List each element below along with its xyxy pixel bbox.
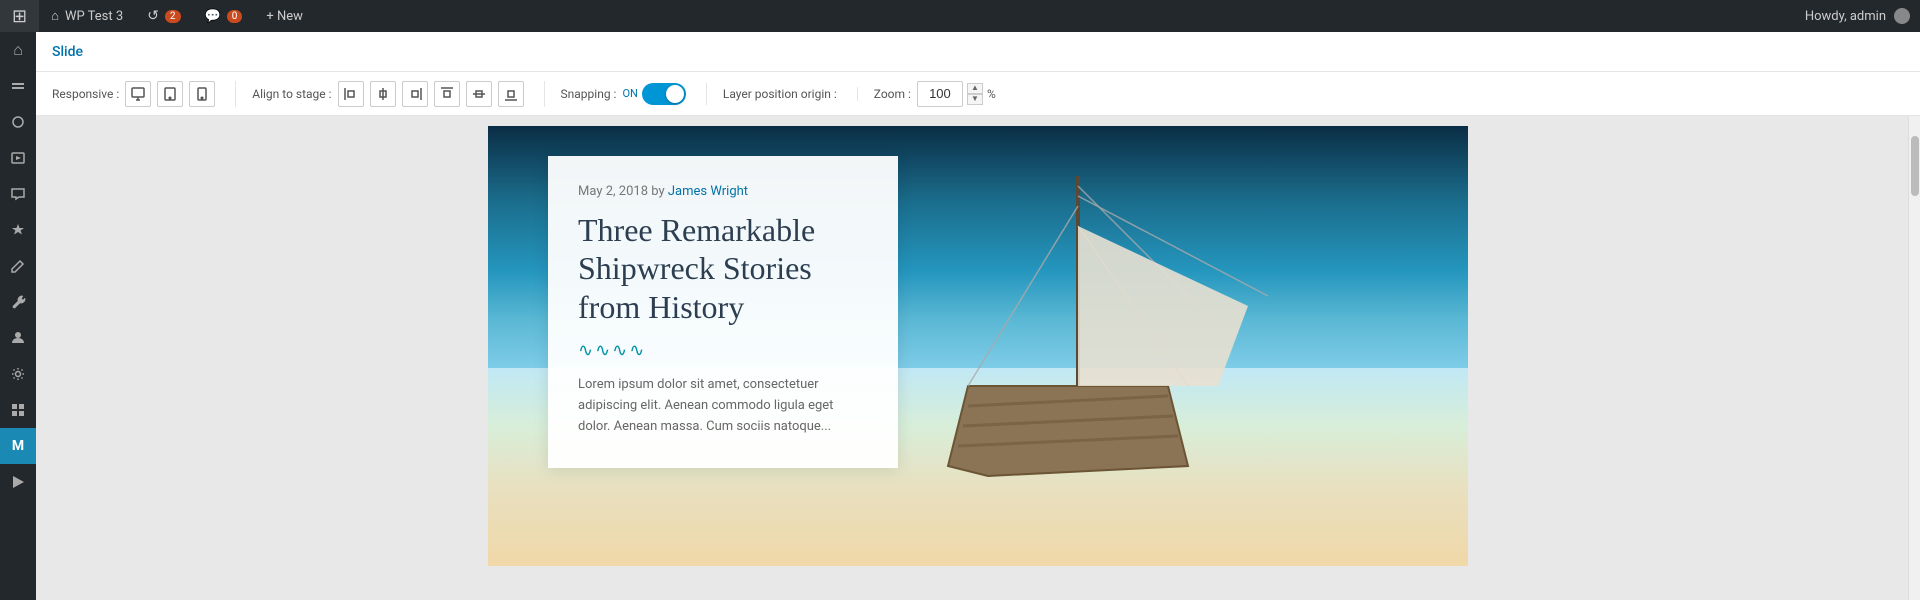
admin-bar-right: Howdy, admin [1805, 8, 1920, 24]
slide-toolbar: Slide [36, 32, 1920, 72]
sidebar-home-icon[interactable]: ⌂ [0, 32, 36, 68]
canvas-area: May 2, 2018 by James Wright Three Remark… [36, 116, 1920, 600]
zoom-input[interactable]: 100 [917, 81, 963, 107]
sidebar-wrench-icon[interactable] [0, 284, 36, 320]
tablet-button[interactable] [157, 81, 183, 107]
editor-area: Slide Responsive : Align to stage : [36, 32, 1920, 600]
site-name-item[interactable]: ⌂ WP Test 3 [39, 0, 135, 32]
wp-logo-item[interactable]: ⊞ [0, 0, 39, 32]
layer-origin-group: Layer position origin : [723, 87, 858, 101]
snapping-toggle[interactable] [642, 83, 686, 105]
post-title: Three Remarkable Shipwreck Stories from … [578, 211, 868, 326]
sidebar-comments-icon[interactable] [0, 176, 36, 212]
wp-logo-icon: ⊞ [12, 6, 27, 27]
comments-item[interactable]: 💬 0 [193, 0, 255, 32]
new-item[interactable]: + New [254, 0, 315, 32]
home-icon: ⌂ [51, 8, 59, 24]
sidebar-pin-icon[interactable] [0, 212, 36, 248]
align-top-button[interactable] [434, 81, 460, 107]
layer-origin-label: Layer position origin : [723, 87, 837, 101]
sidebar-slider-icon[interactable]: M [0, 428, 36, 464]
controls-bar: Responsive : Align to stage : [36, 72, 1920, 116]
mobile-button[interactable] [189, 81, 215, 107]
sidebar-grid-icon[interactable] [0, 392, 36, 428]
zoom-down-arrow[interactable]: ▼ [967, 94, 983, 105]
avatar[interactable] [1894, 8, 1910, 24]
desktop-button[interactable] [125, 81, 151, 107]
align-bottom-button[interactable] [498, 81, 524, 107]
sidebar-person-icon[interactable] [0, 320, 36, 356]
slide-canvas: May 2, 2018 by James Wright Three Remark… [488, 126, 1468, 566]
howdy-text: Howdy, admin [1805, 9, 1886, 24]
icon-sidebar: ⌂ M [0, 32, 36, 600]
slide-content: May 2, 2018 by James Wright Three Remark… [488, 126, 1468, 566]
post-excerpt: Lorem ipsum dolor sit amet, consectetuer… [578, 375, 868, 437]
align-left-top-button[interactable] [338, 81, 364, 107]
slide-label[interactable]: Slide [52, 44, 83, 60]
slide-text-card: May 2, 2018 by James Wright Three Remark… [548, 156, 898, 468]
sidebar-shapes-icon[interactable] [0, 104, 36, 140]
sidebar-settings-icon[interactable] [0, 356, 36, 392]
responsive-group: Responsive : [52, 81, 236, 107]
site-name: WP Test 3 [65, 9, 123, 24]
align-right-button[interactable] [402, 81, 428, 107]
zoom-up-arrow[interactable]: ▲ [967, 83, 983, 94]
align-stage-label: Align to stage : [252, 87, 331, 101]
comments-icon: 💬 [205, 9, 221, 24]
zoom-input-wrap: 100 ▲ ▼ % [917, 81, 996, 107]
responsive-label: Responsive : [52, 87, 119, 101]
post-date: May 2, 2018 [578, 184, 648, 199]
post-author[interactable]: James Wright [668, 184, 748, 199]
align-middle-h-button[interactable] [466, 81, 492, 107]
updates-item[interactable]: ↺ 2 [135, 0, 192, 32]
sidebar-media-icon[interactable] [0, 140, 36, 176]
snapping-toggle-wrap: ON [622, 83, 685, 105]
updates-icon: ↺ [147, 8, 159, 24]
sidebar-layers-icon[interactable] [0, 68, 36, 104]
align-stage-group: Align to stage : [252, 81, 544, 107]
admin-bar: ⊞ ⌂ WP Test 3 ↺ 2 💬 0 + New Howdy, admin [0, 0, 1920, 32]
align-center-v-button[interactable] [370, 81, 396, 107]
snapping-group: Snapping : ON [561, 83, 707, 105]
updates-count: 2 [165, 10, 181, 23]
toggle-thumb [666, 85, 684, 103]
zoom-label: Zoom : [874, 87, 911, 101]
zoom-arrows: ▲ ▼ [967, 83, 983, 105]
scrollbar-thumb [1911, 136, 1919, 196]
zoom-group: Zoom : 100 ▲ ▼ % [874, 81, 996, 107]
sidebar-pen-icon[interactable] [0, 248, 36, 284]
snapping-label: Snapping : [561, 87, 617, 101]
right-scrollbar[interactable] [1908, 116, 1920, 600]
new-label: + New [266, 9, 303, 24]
post-meta: May 2, 2018 by James Wright [578, 184, 868, 199]
comments-count: 0 [227, 10, 243, 23]
wave-decoration: ∿∿∿∿ [578, 340, 868, 361]
sidebar-play-icon[interactable] [0, 464, 36, 500]
snapping-on-label: ON [622, 87, 637, 100]
post-by: by [651, 184, 664, 199]
zoom-unit: % [987, 87, 996, 101]
